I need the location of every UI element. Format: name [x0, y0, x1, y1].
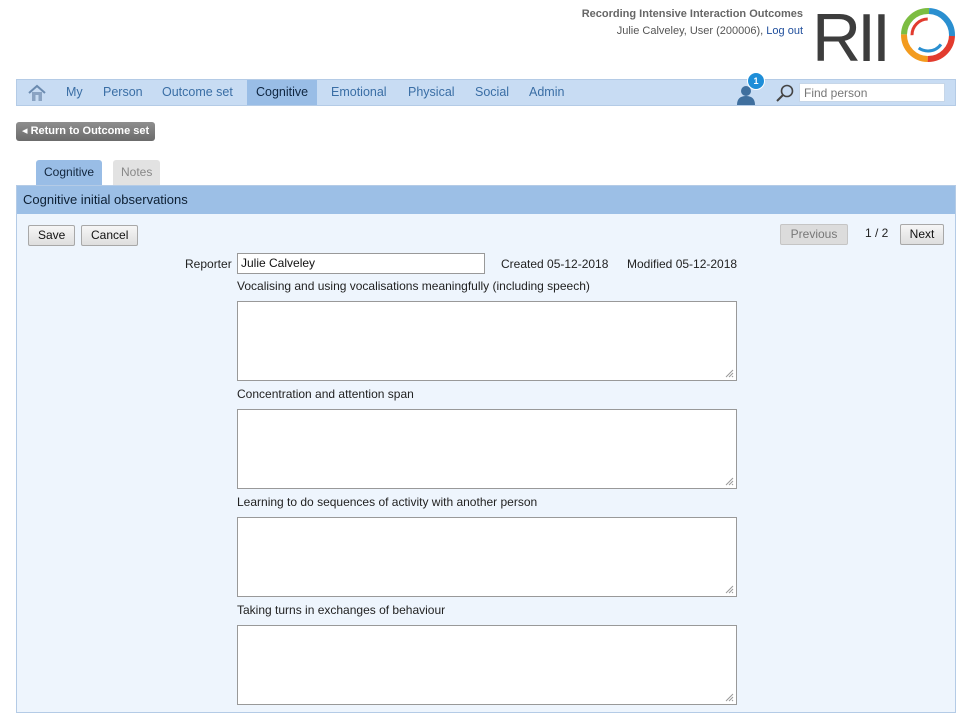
- logo-letters: RII: [812, 4, 887, 66]
- tab-notes[interactable]: Notes: [113, 160, 161, 185]
- textarea-turns[interactable]: [237, 625, 737, 705]
- field-label-turns: Taking turns in exchanges of behaviour: [237, 603, 446, 617]
- resize-grip-icon[interactable]: [725, 693, 734, 702]
- user-line: Julie Calveley, User (200006), Log out: [582, 23, 803, 40]
- nav-item-physical[interactable]: Physical: [399, 80, 464, 105]
- textarea-sequences[interactable]: [237, 517, 737, 597]
- resize-grip-icon[interactable]: [725, 585, 734, 594]
- nav-item-outcome-set[interactable]: Outcome set: [153, 80, 242, 105]
- cancel-button[interactable]: Cancel: [81, 225, 139, 246]
- header-info: Recording Intensive Interaction Outcomes…: [582, 6, 803, 40]
- modified-date: Modified 05-12-2018: [627, 257, 738, 271]
- app-name: Recording Intensive Interaction Outcomes: [581, 8, 803, 20]
- resize-grip-icon[interactable]: [725, 477, 734, 486]
- previous-button[interactable]: Previous: [780, 224, 848, 245]
- field-label-vocalising: Vocalising and using vocalisations meani…: [237, 279, 590, 293]
- notification-badge[interactable]: 1: [747, 72, 765, 90]
- reporter-label: Reporter: [185, 257, 232, 271]
- main-nav: My Person Outcome set Cognitive Emotiona…: [16, 72, 956, 106]
- nav-item-emotional[interactable]: Emotional: [322, 80, 396, 105]
- logout-link[interactable]: Log out: [766, 25, 803, 37]
- field-label-sequences: Learning to do sequences of activity wit…: [237, 495, 538, 509]
- nav-item-my[interactable]: My: [57, 80, 92, 105]
- textarea-vocalising[interactable]: [237, 301, 737, 381]
- nav-item-person[interactable]: Person: [94, 80, 152, 105]
- observations-panel: Cognitive initial observations Save Canc…: [16, 185, 956, 713]
- nav-item-cognitive[interactable]: Cognitive: [247, 80, 318, 105]
- user-text: Julie Calveley, User (200006),: [616, 25, 764, 37]
- riio-logo: RII: [812, 4, 955, 66]
- tab-cognitive[interactable]: Cognitive: [36, 160, 103, 185]
- return-to-outcome-set-button[interactable]: ◂ Return to Outcome set: [16, 122, 156, 141]
- reporter-input[interactable]: Julie Calveley: [237, 253, 485, 274]
- textarea-concentration[interactable]: [237, 409, 737, 489]
- next-button[interactable]: Next: [900, 224, 944, 245]
- panel-title: Cognitive initial observations: [17, 186, 955, 214]
- nav-item-admin[interactable]: Admin: [520, 80, 573, 105]
- find-person-input[interactable]: [799, 83, 945, 102]
- page-indicator: 1 / 2: [865, 226, 889, 240]
- nav-item-social[interactable]: Social: [466, 80, 518, 105]
- save-button[interactable]: Save: [28, 225, 76, 246]
- home-icon[interactable]: [28, 84, 46, 102]
- search-icon[interactable]: [775, 83, 795, 103]
- field-label-concentration: Concentration and attention span: [237, 387, 414, 401]
- created-date: Created 05-12-2018: [501, 257, 609, 271]
- resize-grip-icon[interactable]: [725, 369, 734, 378]
